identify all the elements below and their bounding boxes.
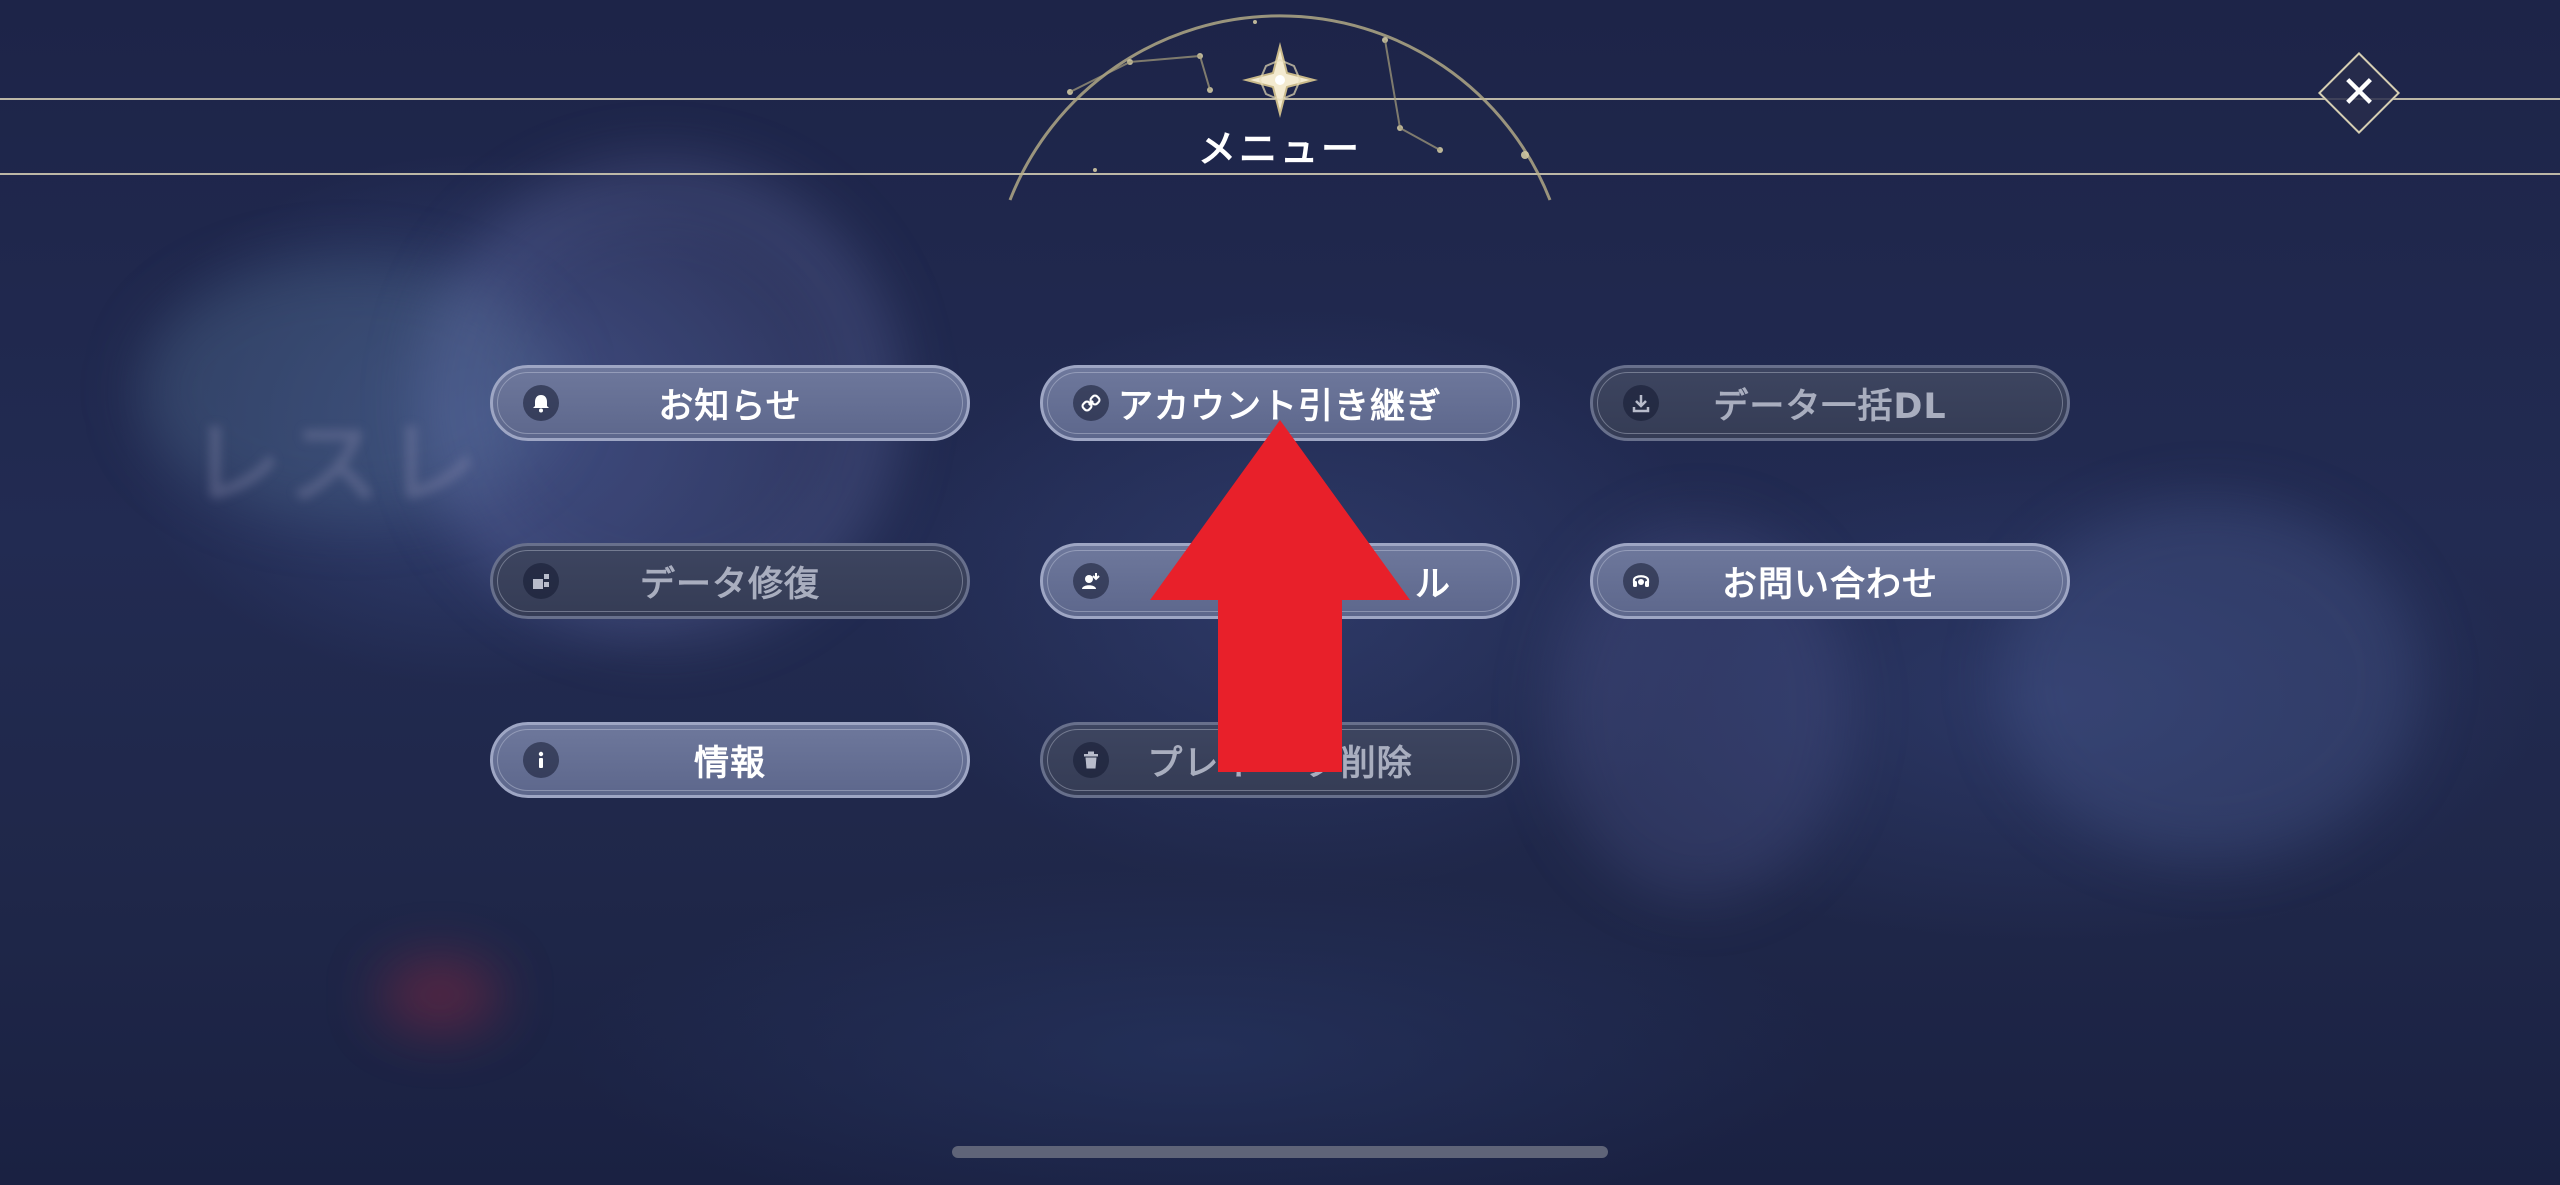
background-blurred-title: レスレ [190,411,485,518]
home-indicator[interactable] [952,1146,1608,1158]
link-icon [1073,385,1109,421]
user-icon [1073,563,1109,599]
notice-button[interactable]: お知らせ [490,365,970,441]
info-icon [523,742,559,778]
close-icon[interactable]: ✕ [2330,64,2388,122]
background-blur-heart [380,960,500,1030]
bell-icon [523,385,559,421]
compass-star-icon [1242,42,1318,118]
contact-button-label: お問い合わせ [1721,564,1938,605]
trash-icon [1073,742,1109,778]
info-button[interactable]: 情報 [490,722,970,798]
contact-button[interactable]: お問い合わせ [1590,543,2070,619]
download-icon [1623,385,1659,421]
data-repair-button-label: データ修復 [639,564,820,605]
annotation-arrow [1150,420,1410,772]
constellation-arc [1008,14,1552,201]
bulk-download-button-label: データ一括DL [1713,386,1947,427]
page-title: メニュー [1197,127,1362,171]
notice-button-label: お知らせ [658,386,802,427]
headset-icon [1623,563,1659,599]
data-repair-button[interactable]: データ修復 [490,543,970,619]
background-blur-shape [2000,500,2420,860]
bulk-download-button[interactable]: データ一括DL [1590,365,2070,441]
info-button-label: 情報 [693,743,766,784]
repair-icon [523,563,559,599]
